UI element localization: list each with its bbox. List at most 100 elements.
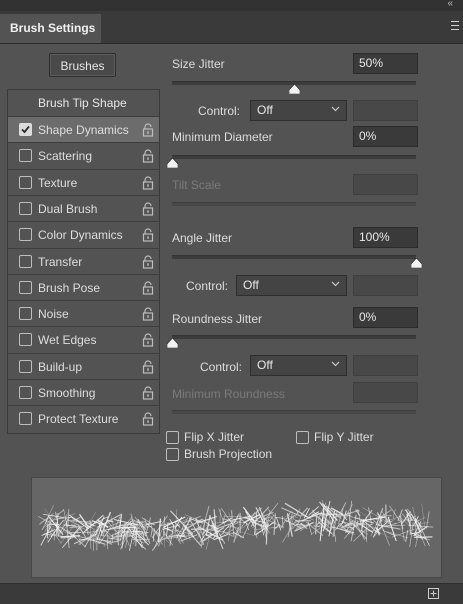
lock-icon[interactable] — [142, 360, 154, 374]
minimum-roundness-input — [353, 382, 418, 403]
lock-icon[interactable] — [142, 176, 154, 190]
flip-y-jitter-checkbox[interactable] — [296, 431, 309, 444]
brush-projection-checkbox[interactable] — [166, 448, 179, 461]
sidebar-item-dual-brush[interactable]: Dual Brush — [8, 195, 159, 221]
tab-bar: Brush Settings — [0, 11, 463, 44]
control-select-1[interactable]: Off — [250, 100, 347, 121]
sidebar-item-checkbox[interactable] — [19, 412, 32, 425]
tab-brush-settings[interactable]: Brush Settings — [0, 14, 101, 43]
angle-jitter-slider-track[interactable] — [172, 255, 416, 259]
control-3-disabled-field — [353, 355, 418, 376]
sidebar-item-label: Protect Texture — [38, 406, 118, 432]
angle-jitter-slider-thumb[interactable] — [411, 258, 422, 268]
sidebar-item-label: Noise — [38, 301, 69, 327]
control-select-2-value: Off — [243, 278, 259, 292]
sidebar-item-smoothing[interactable]: Smoothing — [8, 379, 159, 405]
minimum-diameter-slider-thumb[interactable] — [167, 158, 178, 168]
tilt-scale-input — [353, 174, 418, 195]
minimum-diameter-slider-track[interactable] — [172, 155, 416, 159]
sidebar-item-label: Wet Edges — [38, 327, 96, 353]
collapse-panel-icon[interactable]: « — [447, 0, 453, 9]
angle-jitter-label: Angle Jitter — [172, 231, 232, 245]
sidebar-item-label: Scattering — [38, 143, 92, 169]
control-label-3: Control: — [200, 360, 242, 374]
sidebar-item-checkbox[interactable] — [19, 281, 32, 294]
sidebar-item-checkbox[interactable] — [19, 202, 32, 215]
lock-icon[interactable] — [142, 255, 154, 269]
roundness-jitter-input[interactable]: 0% — [353, 307, 418, 328]
chevron-down-icon — [331, 361, 340, 367]
tilt-scale-slider-track — [172, 202, 416, 206]
angle-jitter-input[interactable]: 100% — [353, 227, 418, 248]
create-new-brush-icon[interactable] — [428, 588, 439, 599]
control-select-3[interactable]: Off — [250, 355, 347, 376]
brushes-button[interactable]: Brushes — [49, 53, 116, 77]
sidebar-item-label: Dual Brush — [38, 196, 97, 222]
control-label-1: Control: — [198, 104, 240, 118]
sidebar-item-transfer[interactable]: Transfer — [8, 248, 159, 274]
sidebar-item-label: Texture — [38, 170, 77, 196]
sidebar-item-label: Build-up — [38, 354, 82, 380]
brush-stroke-preview-image — [32, 478, 441, 577]
brush-tip-shape-item[interactable]: Brush Tip Shape — [8, 90, 159, 116]
control-1-disabled-field — [353, 100, 418, 121]
chevron-down-icon — [331, 106, 340, 112]
control-label-2: Control: — [186, 279, 228, 293]
lock-icon[interactable] — [142, 281, 154, 295]
minimum-diameter-label: Minimum Diameter — [172, 130, 273, 144]
panel-footer — [0, 583, 463, 604]
sidebar-item-checkbox[interactable] — [19, 386, 32, 399]
flip-x-jitter-label: Flip X Jitter — [184, 430, 244, 444]
sidebar-item-label: Transfer — [38, 249, 82, 275]
sidebar-item-checkbox[interactable] — [19, 123, 32, 136]
sidebar-item-label: Smoothing — [38, 380, 95, 406]
lock-icon[interactable] — [142, 149, 154, 163]
sidebar-item-checkbox[interactable] — [19, 360, 32, 373]
sidebar-item-color-dynamics[interactable]: Color Dynamics — [8, 221, 159, 247]
size-jitter-slider-thumb[interactable] — [289, 84, 300, 94]
panel-top-strip: « — [0, 0, 463, 11]
lock-icon[interactable] — [142, 412, 154, 426]
lock-icon[interactable] — [142, 202, 154, 216]
size-jitter-input[interactable]: 50% — [353, 53, 418, 74]
sidebar-item-label: Brush Pose — [38, 275, 100, 301]
sidebar-item-checkbox[interactable] — [19, 176, 32, 189]
sidebar-item-checkbox[interactable] — [19, 228, 32, 241]
minimum-roundness-slider-track — [172, 410, 416, 414]
sidebar-item-protect-texture[interactable]: Protect Texture — [8, 405, 159, 431]
control-select-2[interactable]: Off — [236, 275, 347, 296]
flip-y-jitter-label: Flip Y Jitter — [314, 430, 374, 444]
sidebar-item-brush-pose[interactable]: Brush Pose — [8, 274, 159, 300]
sidebar-item-wet-edges[interactable]: Wet Edges — [8, 326, 159, 352]
panel-menu-icon[interactable] — [451, 21, 459, 30]
roundness-jitter-slider-track[interactable] — [172, 335, 416, 339]
tilt-scale-label: Tilt Scale — [172, 178, 221, 192]
sidebar-item-checkbox[interactable] — [19, 255, 32, 268]
sidebar-item-checkbox[interactable] — [19, 307, 32, 320]
size-jitter-label: Size Jitter — [172, 57, 225, 71]
sidebar-item-checkbox[interactable] — [19, 149, 32, 162]
lock-icon[interactable] — [142, 307, 154, 321]
minimum-diameter-input[interactable]: 0% — [353, 126, 418, 147]
control-select-1-value: Off — [257, 103, 273, 117]
brush-projection-label: Brush Projection — [184, 447, 272, 461]
sidebar-item-scattering[interactable]: Scattering — [8, 142, 159, 168]
roundness-jitter-slider-thumb[interactable] — [167, 338, 178, 348]
sidebar-item-label: Shape Dynamics — [38, 117, 129, 143]
sidebar-item-noise[interactable]: Noise — [8, 300, 159, 326]
flip-x-jitter-checkbox[interactable] — [166, 431, 179, 444]
sidebar-item-checkbox[interactable] — [19, 333, 32, 346]
control-select-3-value: Off — [257, 358, 273, 372]
lock-icon[interactable] — [142, 123, 154, 137]
sidebar-item-build-up[interactable]: Build-up — [8, 353, 159, 379]
lock-icon[interactable] — [142, 333, 154, 347]
brush-settings-list: Brush Tip Shape Shape DynamicsScattering… — [7, 89, 160, 434]
minimum-roundness-label: Minimum Roundness — [172, 387, 285, 401]
sidebar-item-label: Color Dynamics — [38, 222, 123, 248]
lock-icon[interactable] — [142, 228, 154, 242]
roundness-jitter-label: Roundness Jitter — [172, 312, 262, 326]
lock-icon[interactable] — [142, 386, 154, 400]
brush-stroke-preview — [31, 477, 442, 578]
sidebar-item-shape-dynamics[interactable]: Shape Dynamics — [8, 116, 159, 142]
sidebar-item-texture[interactable]: Texture — [8, 169, 159, 195]
